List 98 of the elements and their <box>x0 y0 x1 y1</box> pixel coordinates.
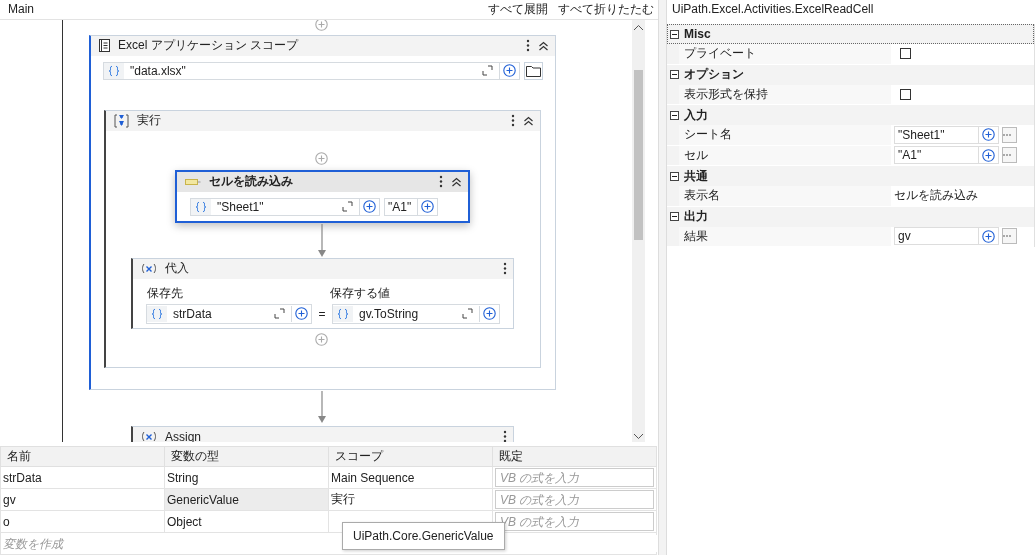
activity-title: セルを読み込み <box>209 173 294 191</box>
add-icon[interactable] <box>982 128 995 142</box>
equals-sign: = <box>318 306 326 321</box>
expression-field[interactable]: "A1" <box>384 197 438 216</box>
braces-icon <box>337 307 349 320</box>
field-label: 保存先 <box>147 284 184 302</box>
activity-title: Excel アプリケーション スコープ <box>118 37 300 55</box>
collapse-icon[interactable] <box>523 115 534 126</box>
expression-field[interactable]: "Sheet1" <box>190 197 380 216</box>
input-field[interactable]: VB の式を入力 <box>495 490 654 509</box>
property-label: 結果 <box>679 226 891 246</box>
more-icon[interactable] <box>526 39 530 53</box>
more-icon[interactable] <box>439 175 443 189</box>
more-icon <box>1003 154 1011 157</box>
property-field[interactable]: "Sheet1" <box>894 125 999 144</box>
scroll-down-icon[interactable] <box>633 432 644 440</box>
table-cell: GenericValue <box>164 488 329 511</box>
variable-icon <box>141 263 157 275</box>
field-label: 保存する値 <box>330 284 391 302</box>
braces-icon <box>151 307 163 320</box>
property-label: 表示形式を保持 <box>679 84 891 104</box>
collapse-icon[interactable] <box>670 212 679 221</box>
collapse-icon[interactable] <box>670 29 679 39</box>
scroll-up-icon[interactable] <box>633 23 644 31</box>
expand-icon[interactable] <box>482 65 493 77</box>
more-icon[interactable] <box>503 430 507 442</box>
activity-title: 実行 <box>137 112 162 130</box>
braces-icon <box>108 64 120 77</box>
collapse-icon[interactable] <box>670 110 679 120</box>
document-icon <box>99 39 110 53</box>
browse-button[interactable] <box>524 61 543 80</box>
braces-icon <box>195 200 207 213</box>
expand-icon[interactable] <box>274 308 285 320</box>
activity-card[interactable]: 実行 セルを読み込み "Sheet1" "A1" 代入 保存先 保存する値 strData = gv.ToString <box>104 109 541 368</box>
input-field[interactable]: VB の式を入力 <box>495 468 654 487</box>
table-cell: 実行 <box>328 488 493 511</box>
property-label: 表示名 <box>679 186 891 206</box>
folder-icon <box>526 64 541 77</box>
add-icon[interactable] <box>503 64 516 78</box>
table-cell: String <box>164 466 329 489</box>
activity-card[interactable]: Excel アプリケーション スコープ "data.xlsx" 実行 セルを読み込み "Sheet1" "A1" 代入 保存先 保存する値 strData = gv.ToString <box>89 34 556 390</box>
property-label: シート名 <box>679 125 891 145</box>
collapse-icon[interactable] <box>670 70 679 79</box>
connector-arrow <box>318 223 326 257</box>
expand-icon[interactable] <box>462 308 473 320</box>
property-label: プライベート <box>679 44 891 64</box>
category-name: オプション <box>684 66 744 83</box>
more-icon <box>1003 133 1011 136</box>
add-icon[interactable] <box>421 200 435 214</box>
collapse-icon[interactable] <box>670 171 679 181</box>
checkbox[interactable] <box>900 88 911 100</box>
connector-arrow <box>318 390 326 423</box>
expand-icon[interactable] <box>342 201 353 213</box>
toolbar-link[interactable]: すべて展開 <box>488 0 548 18</box>
panel-title: UiPath.Excel.Activities.ExcelReadCell <box>671 1 875 18</box>
table-cell: strData <box>0 466 165 489</box>
add-icon[interactable] <box>982 229 995 243</box>
add-icon[interactable] <box>982 148 995 162</box>
column-header[interactable]: 既定 <box>492 446 657 467</box>
table-cell: o <box>0 510 165 533</box>
category-name: 出力 <box>684 208 708 225</box>
column-header[interactable]: 変数の型 <box>164 446 329 467</box>
collapse-icon[interactable] <box>451 176 462 187</box>
checkbox[interactable] <box>900 48 911 60</box>
more-icon[interactable] <box>503 262 507 276</box>
cell-icon <box>185 177 201 186</box>
category-name: 入力 <box>684 106 708 124</box>
add-icon[interactable] <box>295 307 308 321</box>
variable-icon <box>141 431 157 442</box>
property-field[interactable]: gv <box>894 227 999 246</box>
collapse-icon[interactable] <box>538 40 549 51</box>
add-icon[interactable] <box>363 200 376 214</box>
property-value: セルを読み込み <box>894 187 978 205</box>
expression-field[interactable]: "data.xlsx" <box>103 61 520 80</box>
add-icon[interactable] <box>483 307 496 321</box>
sequence-icon <box>114 113 129 128</box>
expression-field[interactable]: gv.ToString <box>332 303 500 324</box>
table-cell: gv <box>0 488 165 511</box>
scrollbar[interactable] <box>632 19 645 442</box>
column-header[interactable]: スコープ <box>328 446 493 467</box>
property-field[interactable]: "A1" <box>894 146 999 165</box>
table-cell: Main Sequence <box>328 466 493 489</box>
expression-field[interactable]: strData <box>146 303 312 324</box>
workflow-title: Main <box>8 2 35 17</box>
scroll-thumb[interactable] <box>634 69 643 240</box>
category-name: Misc <box>684 27 711 41</box>
activity-card[interactable]: セルを読み込み "Sheet1" "A1" <box>175 169 470 223</box>
tooltip: UiPath.Core.GenericValue <box>342 522 505 550</box>
more-icon <box>1003 235 1011 238</box>
category-name: 共通 <box>684 167 708 185</box>
activity-title: 代入 <box>165 260 190 278</box>
property-label: セル <box>679 145 891 165</box>
category-row[interactable]: Misc <box>667 24 1034 44</box>
activity-card[interactable]: 代入 保存先 保存する値 strData = gv.ToString <box>131 257 514 329</box>
toolbar-link[interactable]: すべて折りたたむ <box>558 0 654 18</box>
column-header[interactable]: 名前 <box>0 446 165 467</box>
more-icon[interactable] <box>511 114 515 128</box>
table-cell: Object <box>164 510 329 533</box>
